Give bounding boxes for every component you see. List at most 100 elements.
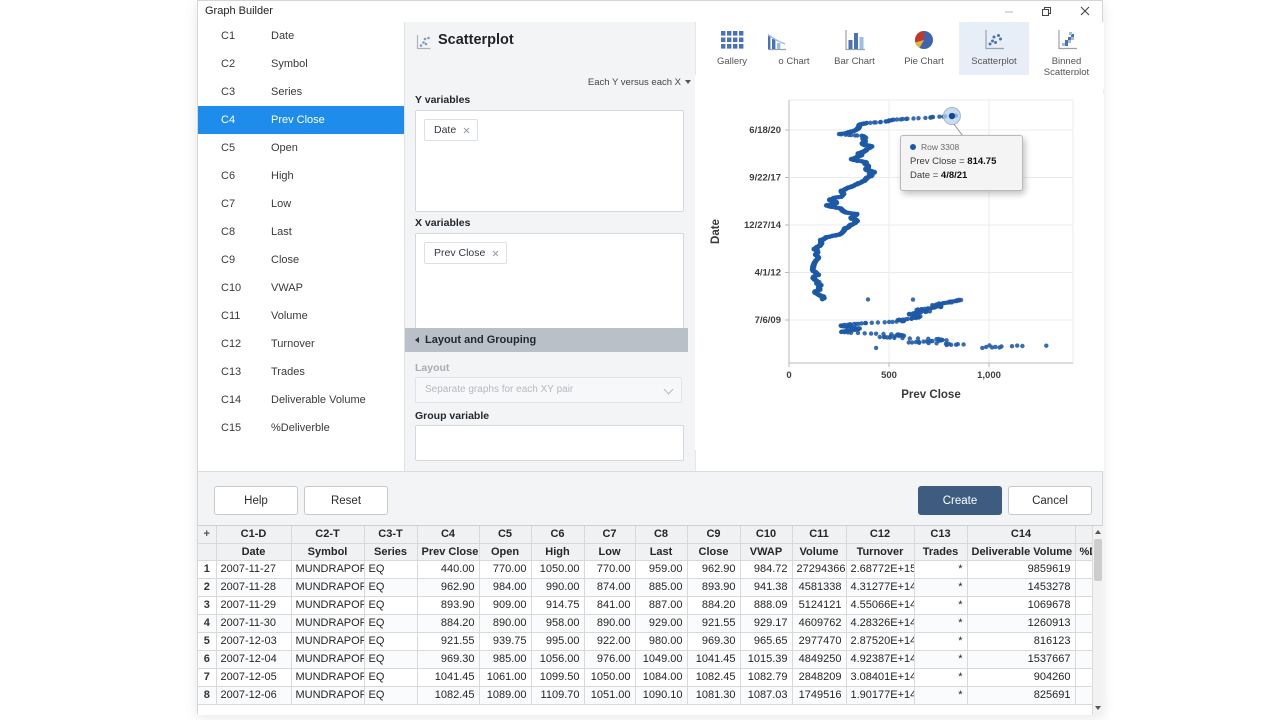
worksheet-cell[interactable]: EQ xyxy=(364,560,417,578)
worksheet-cell[interactable]: 1537667 xyxy=(967,650,1075,668)
column-name-header[interactable]: Open xyxy=(479,543,531,560)
column-item-c5[interactable]: C5Open xyxy=(198,134,404,162)
worksheet-cell[interactable]: 1081.30 xyxy=(687,686,740,704)
worksheet-cell[interactable]: 909.00 xyxy=(479,596,531,614)
worksheet-cell[interactable]: 1.90177E+14 xyxy=(846,686,914,704)
worksheet-cell[interactable]: 929.17 xyxy=(740,614,792,632)
worksheet-cell[interactable]: MUNDRAPORT xyxy=(291,560,364,578)
column-name-header[interactable]: Low xyxy=(584,543,635,560)
worksheet-cell[interactable]: 1041.45 xyxy=(417,668,479,686)
column-item-c1[interactable]: C1Date xyxy=(198,22,404,50)
worksheet-cell[interactable]: * xyxy=(914,596,967,614)
worksheet-cell[interactable]: 1089.00 xyxy=(479,686,531,704)
worksheet-cell[interactable]: 27294366 xyxy=(792,560,846,578)
column-item-c3[interactable]: C3Series xyxy=(198,78,404,106)
column-id-header[interactable]: C12 xyxy=(846,526,914,543)
worksheet-cell[interactable]: 4609762 xyxy=(792,614,846,632)
worksheet-cell[interactable]: 893.90 xyxy=(417,596,479,614)
worksheet-cell[interactable]: 4.92387E+14 xyxy=(846,650,914,668)
close-button[interactable] xyxy=(1070,1,1100,21)
column-item-c7[interactable]: C7Low xyxy=(198,190,404,218)
column-id-header[interactable]: C1-D xyxy=(216,526,291,543)
column-item-c8[interactable]: C8Last xyxy=(198,218,404,246)
worksheet-cell[interactable]: 1061.00 xyxy=(479,668,531,686)
y-variables-box[interactable]: Date xyxy=(415,110,684,212)
reset-button[interactable]: Reset xyxy=(304,486,388,515)
column-item-c15[interactable]: C15%Deliverble xyxy=(198,414,404,442)
column-id-header[interactable]: C7 xyxy=(584,526,635,543)
worksheet-cell[interactable]: 962.90 xyxy=(417,578,479,596)
column-name-header[interactable]: Series xyxy=(364,543,417,560)
worksheet-cell[interactable]: 1260913 xyxy=(967,614,1075,632)
worksheet-cell[interactable]: MUNDRAPORT xyxy=(291,686,364,704)
column-id-header[interactable]: C9 xyxy=(687,526,740,543)
column-name-header[interactable]: Turnover xyxy=(846,543,914,560)
row-number[interactable]: 8 xyxy=(198,686,216,704)
worksheet-cell[interactable]: 4.28326E+14 xyxy=(846,614,914,632)
column-item-c13[interactable]: C13Trades xyxy=(198,358,404,386)
worksheet-cell[interactable]: 2007-11-27 xyxy=(216,560,291,578)
scroll-up-button[interactable] xyxy=(1093,526,1103,538)
row-number[interactable]: 1 xyxy=(198,560,216,578)
column-id-header[interactable]: C13 xyxy=(914,526,967,543)
worksheet-cell[interactable]: 1069678 xyxy=(967,596,1075,614)
column-name-header[interactable]: Prev Close xyxy=(417,543,479,560)
worksheet-cell[interactable]: 995.00 xyxy=(531,632,584,650)
column-id-header[interactable]: C10 xyxy=(740,526,792,543)
row-number[interactable]: 2 xyxy=(198,578,216,596)
worksheet-cell[interactable]: 4.31277E+14 xyxy=(846,578,914,596)
worksheet-cell[interactable]: 890.00 xyxy=(584,614,635,632)
row-number[interactable]: 6 xyxy=(198,650,216,668)
worksheet-cell[interactable]: 980.00 xyxy=(635,632,687,650)
worksheet-cell[interactable]: * xyxy=(914,578,967,596)
worksheet-cell[interactable]: MUNDRAPORT xyxy=(291,650,364,668)
worksheet-corner-cell[interactable]: + xyxy=(198,526,216,543)
worksheet-cell[interactable]: 841.00 xyxy=(584,596,635,614)
column-name-header[interactable]: Symbol xyxy=(291,543,364,560)
worksheet-cell[interactable]: 1015.39 xyxy=(740,650,792,668)
worksheet-cell[interactable]: EQ xyxy=(364,578,417,596)
scroll-down-button[interactable] xyxy=(1093,702,1103,714)
restore-button[interactable] xyxy=(1031,1,1061,21)
column-name-header[interactable]: Trades xyxy=(914,543,967,560)
worksheet-cell[interactable]: * xyxy=(914,686,967,704)
worksheet-cell[interactable]: 2.68772E+15 xyxy=(846,560,914,578)
scrollbar-thumb[interactable] xyxy=(1094,539,1102,581)
column-item-c4[interactable]: C4Prev Close xyxy=(198,106,404,134)
worksheet-cell[interactable]: 2007-11-28 xyxy=(216,578,291,596)
worksheet-cell[interactable]: 440.00 xyxy=(417,560,479,578)
row-number[interactable]: 5 xyxy=(198,632,216,650)
worksheet-cell[interactable]: EQ xyxy=(364,632,417,650)
worksheet-cell[interactable]: 5124121 xyxy=(792,596,846,614)
worksheet-cell[interactable]: 2.87520E+14 xyxy=(846,632,914,650)
worksheet-cell[interactable]: 969.30 xyxy=(687,632,740,650)
worksheet-cell[interactable]: 2977470 xyxy=(792,632,846,650)
worksheet-cell[interactable]: 1090.10 xyxy=(635,686,687,704)
y-versus-x-mode-dropdown[interactable]: Each Y versus each X xyxy=(525,77,691,88)
worksheet-cell[interactable]: 2007-11-30 xyxy=(216,614,291,632)
worksheet-cell[interactable]: 1050.00 xyxy=(531,560,584,578)
column-item-c11[interactable]: C11Volume xyxy=(198,302,404,330)
remove-icon[interactable] xyxy=(463,127,470,134)
worksheet-cell[interactable]: 770.00 xyxy=(479,560,531,578)
worksheet-cell[interactable]: 890.00 xyxy=(479,614,531,632)
worksheet-cell[interactable]: * xyxy=(914,560,967,578)
worksheet-cell[interactable]: 4.55066E+14 xyxy=(846,596,914,614)
worksheet-cell[interactable]: 3.08401E+14 xyxy=(846,668,914,686)
worksheet-cell[interactable]: 965.65 xyxy=(740,632,792,650)
worksheet-cell[interactable]: 1109.70 xyxy=(531,686,584,704)
worksheet-cell[interactable]: EQ xyxy=(364,614,417,632)
worksheet-cell[interactable]: 2007-12-06 xyxy=(216,686,291,704)
x-variables-box[interactable]: Prev Close xyxy=(415,233,684,335)
worksheet-cell[interactable]: 904260 xyxy=(967,668,1075,686)
worksheet-scrollbar[interactable] xyxy=(1092,526,1103,715)
worksheet-cell[interactable]: 825691 xyxy=(967,686,1075,704)
worksheet-cell[interactable]: 4849250 xyxy=(792,650,846,668)
worksheet-cell[interactable]: 887.00 xyxy=(635,596,687,614)
worksheet-cell[interactable]: 884.20 xyxy=(687,596,740,614)
worksheet-cell[interactable]: 885.00 xyxy=(635,578,687,596)
column-id-header[interactable]: C11 xyxy=(792,526,846,543)
worksheet-cell[interactable]: 941.38 xyxy=(740,578,792,596)
create-button[interactable]: Create xyxy=(918,486,1002,515)
column-item-c14[interactable]: C14Deliverable Volume xyxy=(198,386,404,414)
